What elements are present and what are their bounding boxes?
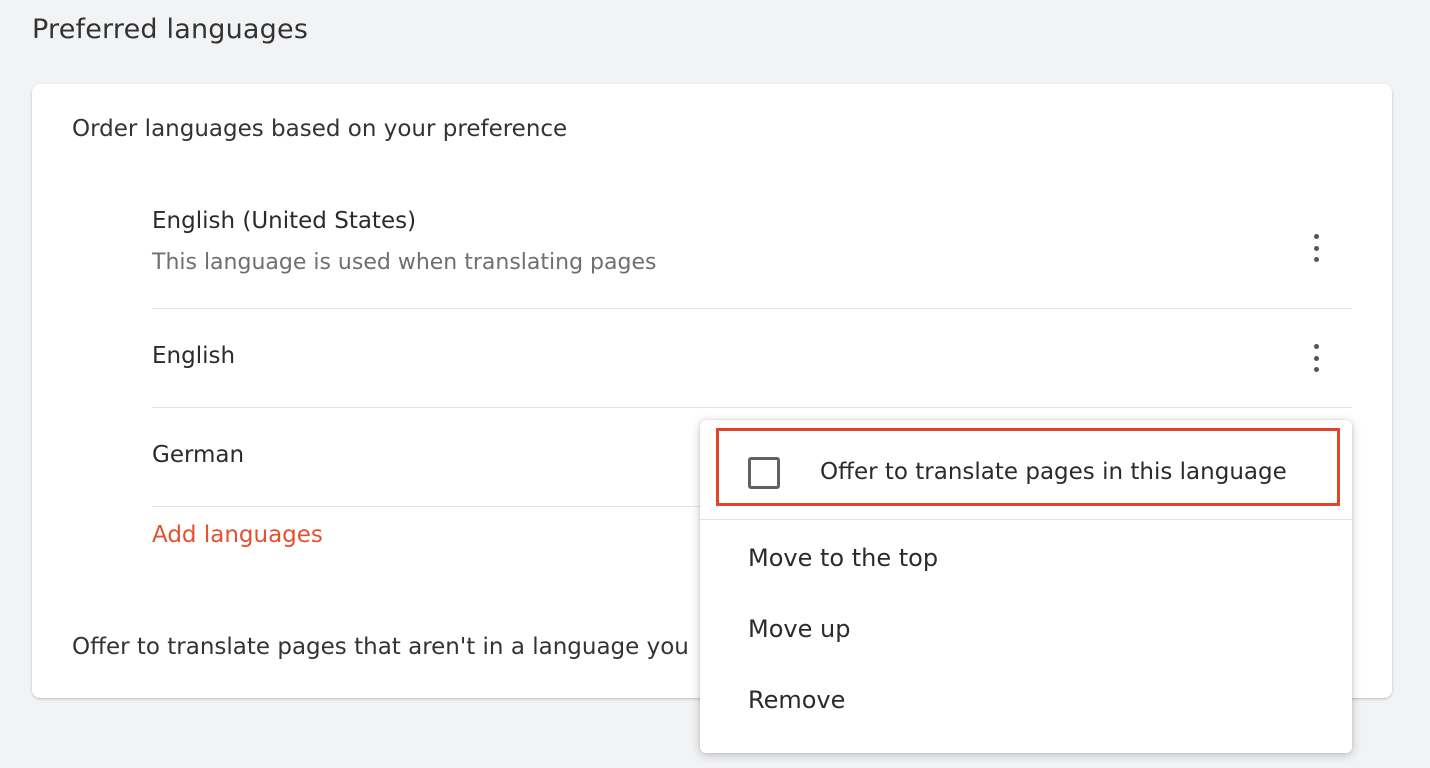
offer-translate-checkbox[interactable] (748, 457, 780, 489)
section-title: Preferred languages (32, 14, 309, 45)
more-options-icon[interactable] (1300, 340, 1332, 376)
language-row-english-us: English (United States) This language is… (152, 188, 1352, 309)
remove-menu-item[interactable]: Remove (748, 686, 845, 714)
offer-translate-menu-item[interactable]: Offer to translate pages in this languag… (700, 420, 1352, 520)
language-name: English (152, 343, 236, 369)
more-options-icon[interactable] (1300, 230, 1332, 266)
add-languages-link[interactable]: Add languages (152, 522, 323, 548)
move-to-top-menu-item[interactable]: Move to the top (748, 544, 938, 572)
move-up-menu-item[interactable]: Move up (748, 615, 850, 643)
language-subtitle: This language is used when translating p… (152, 250, 657, 275)
language-name: German (152, 442, 245, 468)
order-languages-label: Order languages based on your preference (72, 116, 568, 142)
offer-translate-label: Offer to translate pages in this languag… (820, 459, 1287, 485)
language-context-menu: Offer to translate pages in this languag… (700, 420, 1352, 753)
language-name: English (United States) (152, 208, 417, 234)
language-row-english: English (152, 309, 1352, 408)
offer-translate-text: Offer to translate pages that aren't in … (72, 634, 689, 660)
